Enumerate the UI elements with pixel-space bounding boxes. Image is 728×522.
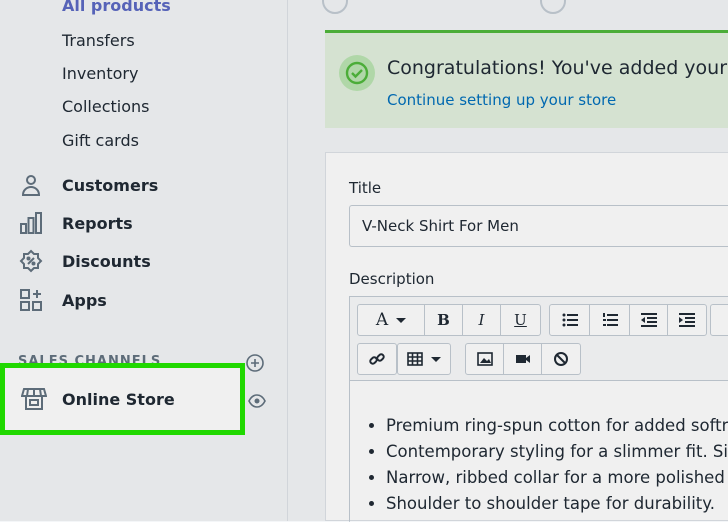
- list-item: Narrow, ribbed collar for a more polishe…: [386, 466, 728, 489]
- checkmark-circle-icon: [339, 55, 375, 91]
- top-partial-circle: [540, 0, 566, 14]
- sidebar-item-label: Reports: [62, 213, 133, 233]
- prohibited-icon: [554, 352, 568, 366]
- numbered-list-icon: [602, 313, 618, 326]
- bold-button[interactable]: B: [425, 305, 463, 335]
- media-group: [465, 343, 581, 375]
- outdent-button[interactable]: [630, 305, 668, 335]
- video-camera-icon: [515, 355, 530, 363]
- link-icon: [369, 353, 385, 365]
- person-icon: [18, 172, 44, 198]
- link-button-group: [357, 343, 397, 375]
- italic-button[interactable]: I: [463, 305, 501, 335]
- description-label: Description: [349, 270, 435, 288]
- success-banner: Congratulations! You've added your firs …: [325, 30, 728, 128]
- outdent-icon: [640, 313, 657, 327]
- indent-button[interactable]: [668, 305, 706, 335]
- sidebar-item-reports[interactable]: Reports: [18, 210, 133, 236]
- format-group: A B I U: [357, 304, 541, 336]
- list-item: Contemporary styling for a slimmer fit. …: [386, 440, 728, 463]
- list-item: Premium ring-spun cotton for added softn: [386, 414, 728, 437]
- product-card: Title V-Neck Shirt For Men Description A…: [325, 152, 728, 522]
- sidebar-item-label: Customers: [62, 175, 159, 195]
- image-icon: [476, 352, 493, 366]
- sidebar-item-label: Apps: [62, 290, 107, 310]
- bar-chart-icon: [18, 210, 44, 236]
- title-label: Title: [349, 179, 382, 197]
- list-item: Shoulder to shoulder tape for durability…: [386, 492, 728, 515]
- sidebar: All products Transfers Inventory Collect…: [0, 0, 288, 521]
- title-input[interactable]: V-Neck Shirt For Men: [349, 205, 728, 247]
- sidebar-item-gift-cards[interactable]: Gift cards: [62, 131, 139, 150]
- chevron-down-icon: [396, 317, 407, 323]
- sidebar-item-online-store[interactable]: Online Store: [0, 363, 245, 435]
- sidebar-item-customers[interactable]: Customers: [18, 172, 158, 198]
- sidebar-item-inventory[interactable]: Inventory: [62, 64, 138, 83]
- indent-icon: [679, 313, 695, 327]
- insert-link-button[interactable]: [358, 344, 396, 374]
- discount-badge-icon: [18, 248, 44, 274]
- sidebar-item-apps[interactable]: Apps: [18, 287, 107, 313]
- continue-setup-link[interactable]: Continue setting up your store: [387, 91, 616, 109]
- insert-video-button[interactable]: [504, 344, 542, 374]
- clear-formatting-button[interactable]: [542, 344, 580, 374]
- more-group[interactable]: [710, 304, 728, 336]
- sidebar-item-discounts[interactable]: Discounts: [18, 248, 151, 274]
- table-dropdown-group: [397, 343, 451, 375]
- table-icon: [407, 352, 423, 366]
- sidebar-item-transfers[interactable]: Transfers: [62, 31, 135, 50]
- sidebar-item-all-products[interactable]: All products: [62, 0, 171, 15]
- online-store-label: Online Store: [62, 389, 175, 409]
- storefront-icon: [19, 384, 49, 414]
- insert-image-button[interactable]: [466, 344, 504, 374]
- editor-toolbar: A B I U: [350, 297, 728, 381]
- sidebar-item-collections[interactable]: Collections: [62, 97, 149, 116]
- banner-title: Congratulations! You've added your firs: [387, 57, 728, 79]
- description-bullet-list: Premium ring-spun cotton for added softn…: [386, 414, 728, 518]
- view-store-eye-icon[interactable]: [248, 394, 266, 408]
- bulleted-list-button[interactable]: [550, 305, 590, 335]
- list-group: [549, 304, 707, 336]
- numbered-list-button[interactable]: [590, 305, 630, 335]
- font-style-label: A: [375, 310, 389, 330]
- apps-grid-icon: [18, 287, 44, 313]
- insert-table-dropdown[interactable]: [398, 344, 450, 374]
- top-partial-circle: [322, 0, 348, 14]
- font-style-dropdown[interactable]: A: [358, 305, 425, 335]
- chevron-down-icon: [431, 356, 441, 362]
- sidebar-item-label: Discounts: [62, 251, 151, 271]
- underline-button[interactable]: U: [501, 305, 540, 335]
- bullet-list-icon: [562, 313, 578, 327]
- add-channel-icon[interactable]: [246, 354, 264, 372]
